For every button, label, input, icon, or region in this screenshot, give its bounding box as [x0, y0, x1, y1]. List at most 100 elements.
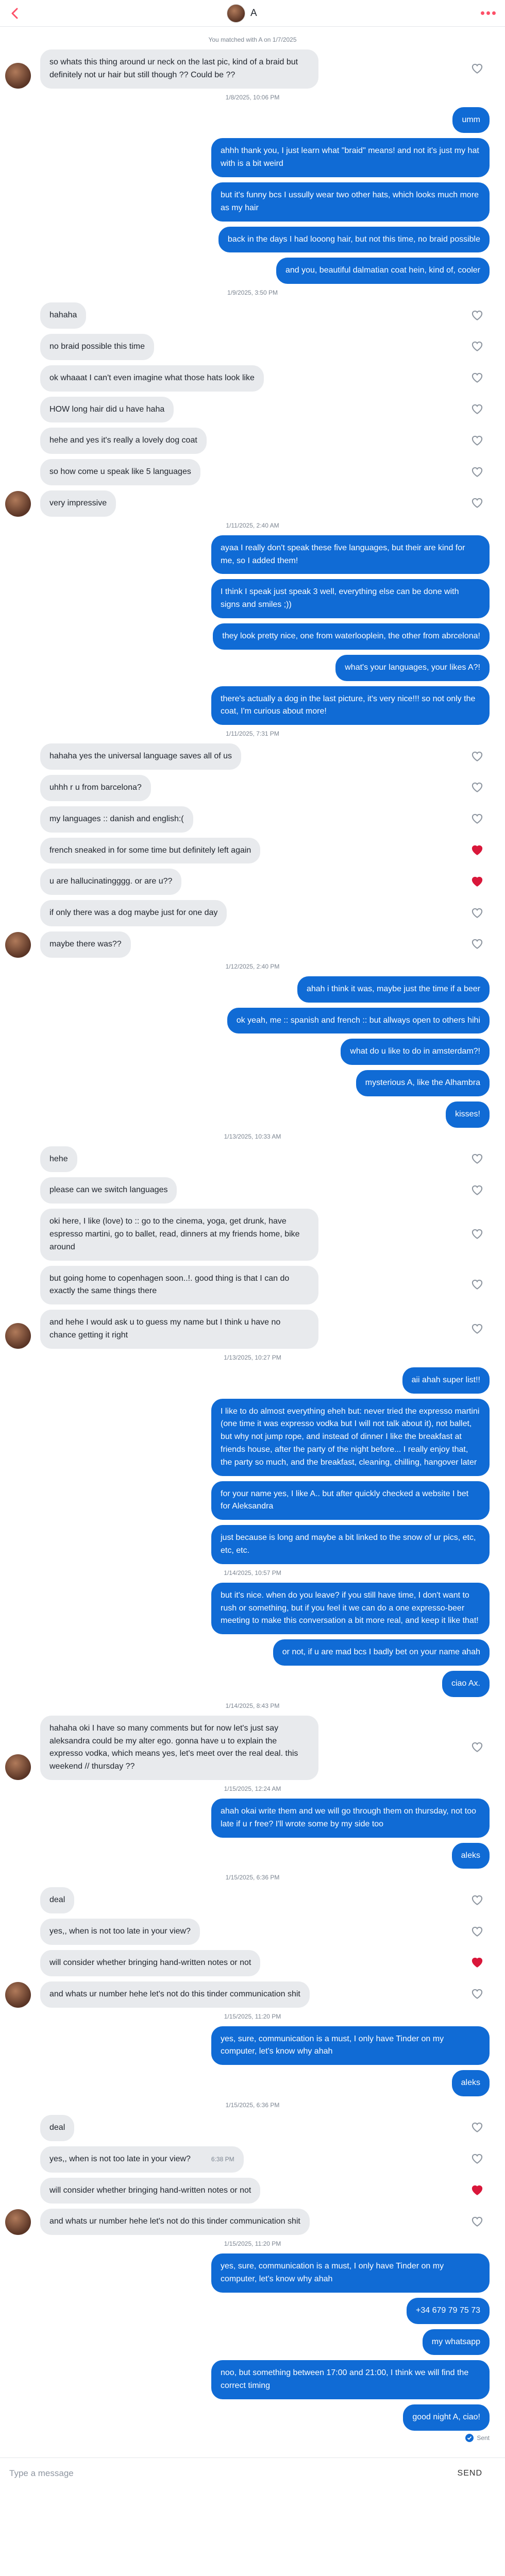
sender-avatar[interactable]	[5, 931, 31, 958]
message-bubble[interactable]: kisses!	[446, 1101, 490, 1128]
message-bubble[interactable]: ok whaaat I can't even imagine what thos…	[40, 365, 264, 392]
sender-avatar[interactable]	[5, 62, 31, 89]
message-bubble[interactable]: hehe	[40, 1146, 77, 1173]
message-bubble[interactable]: I think I speak just speak 3 well, every…	[211, 579, 490, 618]
like-heart-icon[interactable]	[471, 938, 483, 951]
like-heart-icon[interactable]	[471, 907, 483, 920]
message-bubble[interactable]: but it's funny bcs I ussully wear two ot…	[211, 182, 490, 222]
message-bubble[interactable]: yes,, when is not too late in your view?…	[40, 2146, 244, 2173]
sender-avatar[interactable]	[5, 490, 31, 517]
message-bubble[interactable]: maybe there was??	[40, 931, 131, 958]
message-bubble[interactable]: no braid possible this time	[40, 333, 154, 360]
message-bubble[interactable]: hahaha oki I have so many comments but f…	[40, 1715, 318, 1780]
message-bubble[interactable]: or not, if u are mad bcs I badly bet on …	[273, 1639, 490, 1666]
message-bubble[interactable]: please can we switch languages	[40, 1177, 177, 1204]
liked-heart-icon[interactable]	[471, 2184, 483, 2197]
send-button[interactable]: SEND	[458, 2469, 482, 2478]
message-bubble[interactable]: will consider whether bringing hand-writ…	[40, 2177, 261, 2204]
message-bubble[interactable]: what do u like to do in amsterdam?!	[341, 1039, 490, 1065]
message-bubble[interactable]: yes, sure, communication is a must, I on…	[211, 2026, 490, 2065]
message-input[interactable]	[9, 2463, 458, 2484]
message-bubble[interactable]: very impressive	[40, 490, 116, 517]
message-bubble[interactable]: but going home to copenhagen soon..!. go…	[40, 1265, 318, 1305]
message-bubble[interactable]: yes,, when is not too late in your view?	[40, 1919, 200, 1945]
message-bubble[interactable]: ciao Ax.	[442, 1671, 490, 1697]
message-bubble[interactable]: if only there was a dog maybe just for o…	[40, 900, 227, 926]
message-bubble[interactable]: will consider whether bringing hand-writ…	[40, 1950, 261, 1976]
liked-heart-icon[interactable]	[471, 876, 483, 888]
message-bubble[interactable]: good night A, ciao!	[403, 2404, 490, 2431]
message-bubble[interactable]: ahah i think it was, maybe just the time…	[297, 976, 490, 1003]
like-heart-icon[interactable]	[471, 1988, 483, 2001]
message-bubble[interactable]: HOW long hair did u have haha	[40, 396, 174, 423]
message-bubble[interactable]: umm	[452, 107, 490, 133]
message-bubble[interactable]: so how come u speak like 5 languages	[40, 459, 200, 485]
sender-avatar[interactable]	[5, 2209, 31, 2235]
message-bubble[interactable]: noo, but something between 17:00 and 21:…	[211, 2360, 490, 2399]
message-bubble[interactable]: uhhh r u from barcelona?	[40, 774, 151, 801]
liked-heart-icon[interactable]	[471, 844, 483, 857]
message-bubble[interactable]: there's actually a dog in the last pictu…	[211, 686, 490, 725]
message-bubble[interactable]: aleks	[451, 1842, 490, 1869]
message-bubble[interactable]: deal	[40, 1887, 75, 1914]
like-heart-icon[interactable]	[471, 751, 483, 763]
like-heart-icon[interactable]	[471, 782, 483, 794]
sender-avatar[interactable]	[5, 1754, 31, 1780]
message-bubble[interactable]: my languages :: danish and english:(	[40, 806, 193, 833]
message-bubble[interactable]: but it's nice. when do you leave? if you…	[211, 1582, 490, 1635]
like-heart-icon[interactable]	[471, 2122, 483, 2134]
message-bubble[interactable]: I like to do almost everything eheh but:…	[211, 1398, 490, 1476]
message-bubble[interactable]: for your name yes, I like A.. but after …	[211, 1481, 490, 1520]
message-bubble[interactable]: french sneaked in for some time but defi…	[40, 837, 261, 864]
message-bubble[interactable]: my whatsapp	[422, 2329, 490, 2355]
like-heart-icon[interactable]	[471, 1153, 483, 1165]
message-bubble[interactable]: ok yeah, me :: spanish and french :: but…	[227, 1007, 490, 1034]
like-heart-icon[interactable]	[471, 1926, 483, 1938]
like-heart-icon[interactable]	[471, 372, 483, 384]
more-options-button[interactable]	[481, 11, 496, 16]
like-heart-icon[interactable]	[471, 1323, 483, 1335]
message-bubble[interactable]: so whats this thing around ur neck on th…	[40, 49, 318, 89]
message-bubble[interactable]: just because is long and maybe a bit lin…	[211, 1525, 490, 1564]
liked-heart-icon[interactable]	[471, 1957, 483, 1969]
like-heart-icon[interactable]	[471, 497, 483, 510]
like-heart-icon[interactable]	[471, 2153, 483, 2165]
message-bubble[interactable]: deal	[40, 2114, 75, 2141]
like-heart-icon[interactable]	[471, 403, 483, 416]
message-bubble[interactable]: and whats ur number hehe let's not do th…	[40, 2209, 310, 2235]
like-heart-icon[interactable]	[471, 466, 483, 479]
message-bubble[interactable]: ahhh thank you, I just learn what "braid…	[211, 138, 490, 177]
message-bubble[interactable]: ayaa I really don't speak these five lan…	[211, 535, 490, 574]
back-button[interactable]	[8, 7, 22, 20]
message-bubble[interactable]: aleks	[451, 2070, 490, 2096]
message-bubble[interactable]: hahaha	[40, 302, 87, 329]
match-avatar[interactable]	[227, 4, 245, 23]
message-bubble[interactable]: oki here, I like (love) to :: go to the …	[40, 1209, 318, 1261]
like-heart-icon[interactable]	[471, 1741, 483, 1754]
like-heart-icon[interactable]	[471, 341, 483, 353]
like-heart-icon[interactable]	[471, 1894, 483, 1907]
message-bubble[interactable]: aii ahah super list!!	[402, 1367, 490, 1394]
message-bubble[interactable]: hehe and yes it's really a lovely dog co…	[40, 428, 207, 454]
message-bubble[interactable]: ahah okai write them and we will go thro…	[211, 1799, 490, 1838]
message-bubble[interactable]: yes, sure, communication is a must, I on…	[211, 2253, 490, 2293]
message-bubble[interactable]: hahaha yes the universal language saves …	[40, 743, 242, 770]
sender-avatar[interactable]	[5, 1981, 31, 2008]
message-bubble[interactable]: mysterious A, like the Alhambra	[356, 1070, 490, 1096]
message-bubble[interactable]: and whats ur number hehe let's not do th…	[40, 1981, 310, 2008]
message-bubble[interactable]: they look pretty nice, one from waterloo…	[213, 623, 490, 650]
like-heart-icon[interactable]	[471, 1279, 483, 1291]
like-heart-icon[interactable]	[471, 63, 483, 75]
like-heart-icon[interactable]	[471, 435, 483, 447]
message-bubble[interactable]: what's your languages, your likes A?!	[335, 654, 490, 681]
message-bubble[interactable]: back in the days I had looong hair, but …	[218, 226, 490, 253]
sender-avatar[interactable]	[5, 1323, 31, 1349]
like-heart-icon[interactable]	[471, 1184, 483, 1197]
like-heart-icon[interactable]	[471, 1228, 483, 1241]
message-bubble[interactable]: +34 679 79 75 73	[406, 2297, 490, 2324]
match-name[interactable]: A	[250, 8, 257, 19]
message-bubble[interactable]: and you, beautiful dalmatian coat hein, …	[276, 258, 490, 284]
like-heart-icon[interactable]	[471, 2216, 483, 2228]
message-bubble[interactable]: and hehe I would ask u to guess my name …	[40, 1310, 318, 1349]
message-bubble[interactable]: u are hallucinatingggg. or are u??	[40, 869, 182, 895]
